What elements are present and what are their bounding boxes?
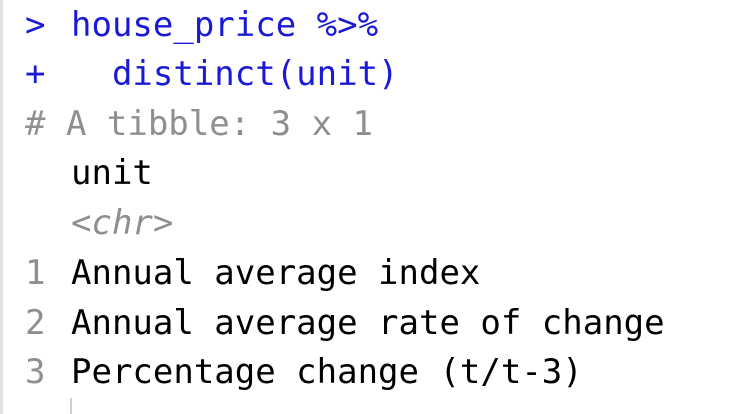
prompt-symbol: > xyxy=(25,5,46,45)
row-value: Percentage change (t/t-3) xyxy=(71,352,583,392)
row-value: Annual average rate of change xyxy=(71,303,665,343)
column-name: unit xyxy=(71,153,153,193)
table-row: 3 Percentage change (t/t-3) xyxy=(25,347,583,397)
column-header-line: unit xyxy=(25,148,153,198)
command-line: > house_price %>% xyxy=(25,0,378,50)
row-index: 2 xyxy=(25,303,46,343)
column-type: <chr> xyxy=(71,203,174,243)
row-index: 3 xyxy=(25,352,46,392)
continuation-symbol: + xyxy=(25,54,46,94)
command-text: house_price %>% xyxy=(71,5,379,45)
row-value: Annual average index xyxy=(71,253,481,293)
tibble-header: # A tibble: 3 x 1 xyxy=(25,104,373,144)
text-cursor xyxy=(70,398,72,414)
row-index: 1 xyxy=(25,253,46,293)
r-console[interactable]: > house_price %>% + distinct(unit) # A ti… xyxy=(0,0,736,414)
table-row: 1 Annual average index xyxy=(25,248,480,298)
continuation-text: distinct(unit) xyxy=(71,54,399,94)
continuation-line: + distinct(unit) xyxy=(25,49,399,99)
table-row: 2 Annual average rate of change xyxy=(25,298,665,348)
column-type-line: <chr> xyxy=(25,198,173,248)
